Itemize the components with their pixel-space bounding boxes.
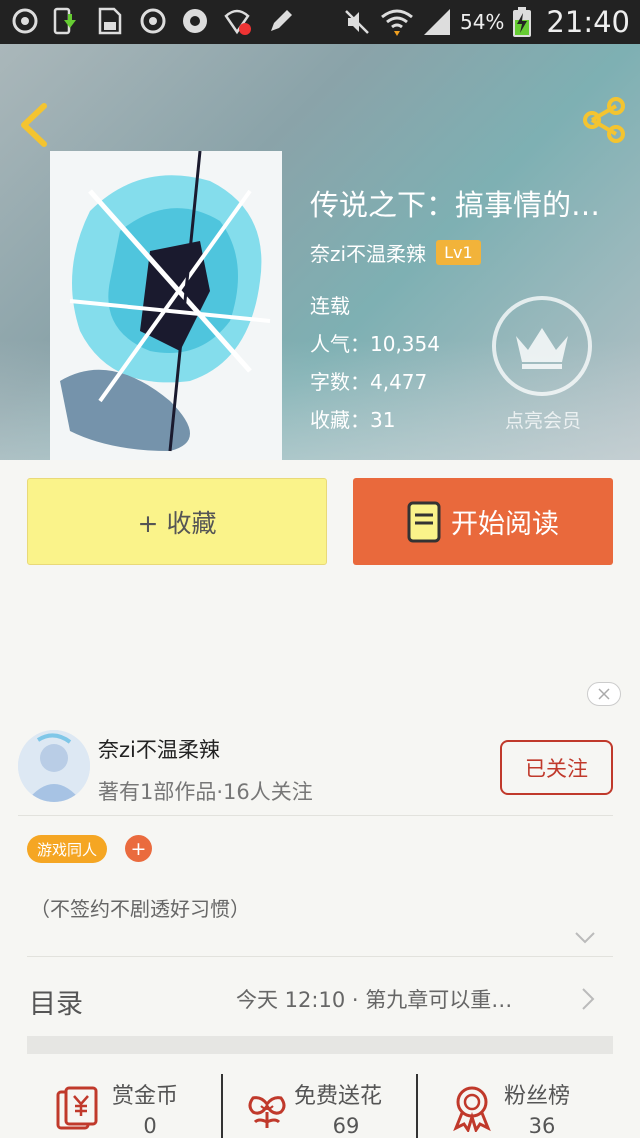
toc-latest-chapter[interactable]: 今天 12:10 · 第九章可以重… bbox=[236, 984, 566, 1014]
book-title: 传说之下：搞事情的… bbox=[310, 188, 601, 222]
cover-art bbox=[50, 151, 282, 460]
divider bbox=[221, 1074, 223, 1138]
signal-icon bbox=[423, 9, 450, 35]
mute-icon bbox=[345, 10, 369, 34]
battery-percent: 54% bbox=[459, 10, 505, 34]
stat-label: 赏金币 bbox=[112, 1084, 179, 1109]
wifi-icon bbox=[381, 9, 413, 36]
divider bbox=[27, 956, 613, 957]
add-tag-button[interactable]: + bbox=[125, 835, 152, 862]
stat-value: 36 bbox=[528, 1114, 556, 1138]
tag-game-fanfic[interactable]: 游戏同人 bbox=[27, 835, 108, 863]
author-card-subtitle: 著有1部作品·16人关注 bbox=[98, 780, 313, 804]
flower-icon bbox=[248, 1096, 286, 1128]
sd-card-icon bbox=[98, 7, 122, 35]
section-spacer bbox=[27, 1036, 613, 1054]
word-count: 字数：4,477 bbox=[310, 370, 428, 394]
avatar-image bbox=[18, 730, 90, 802]
stat-value: 0 bbox=[143, 1114, 157, 1138]
send-flower-button[interactable]: 免费送花 69 bbox=[243, 1074, 413, 1138]
fan-rank-button[interactable]: 粉丝榜 36 bbox=[448, 1074, 588, 1138]
divider bbox=[416, 1074, 418, 1138]
toc-label[interactable]: 目录 bbox=[29, 982, 83, 1021]
browser-icon bbox=[183, 9, 207, 33]
collect-button[interactable]: + 收藏 bbox=[27, 478, 327, 565]
chat-icon bbox=[12, 8, 38, 34]
ad-close-button[interactable] bbox=[587, 682, 621, 706]
book-header: 传说之下：搞事情的… 奈zi不温柔辣 Lv1 连载 人气：10,354 字数：4… bbox=[0, 44, 640, 460]
followed-button[interactable]: 已关注 bbox=[500, 740, 613, 795]
popularity: 人气：10,354 bbox=[310, 332, 440, 356]
share-icon[interactable] bbox=[580, 96, 628, 144]
member-button[interactable]: 点亮会员 bbox=[492, 296, 594, 433]
phone-upload-icon bbox=[53, 7, 76, 35]
back-icon[interactable] bbox=[14, 100, 54, 150]
author-name[interactable]: 奈zi不温柔辣 bbox=[310, 238, 426, 267]
stat-value: 69 bbox=[332, 1114, 360, 1138]
serial-status: 连载 bbox=[310, 294, 350, 318]
start-reading-label: 开始阅读 bbox=[451, 509, 559, 540]
level-badge: Lv1 bbox=[436, 240, 481, 265]
chevron-right-icon[interactable] bbox=[581, 987, 595, 1011]
stat-label: 免费送花 bbox=[294, 1084, 383, 1109]
pen-icon bbox=[271, 10, 292, 31]
author-line[interactable]: 奈zi不温柔辣 Lv1 bbox=[310, 238, 481, 267]
favorites-count: 收藏：31 bbox=[310, 408, 396, 432]
start-reading-button[interactable]: 开始阅读 bbox=[353, 478, 613, 565]
battery-charging-icon bbox=[513, 7, 532, 37]
clock: 21:40 bbox=[546, 5, 630, 39]
reward-coin-icon bbox=[56, 1086, 98, 1130]
crown-icon bbox=[516, 328, 568, 369]
member-label: 点亮会员 bbox=[504, 410, 581, 432]
rank-medal-icon bbox=[453, 1086, 491, 1132]
close-icon bbox=[598, 688, 610, 700]
avatar[interactable] bbox=[18, 730, 90, 802]
stat-label: 粉丝榜 bbox=[504, 1084, 571, 1109]
status-bar: 54% 21:40 bbox=[0, 0, 640, 44]
reward-coin-button[interactable]: 赏金币 0 bbox=[54, 1074, 204, 1138]
book-cover[interactable] bbox=[50, 151, 282, 460]
shield-ad-icon bbox=[224, 9, 251, 35]
book-icon bbox=[407, 501, 441, 542]
crown-circle bbox=[492, 296, 592, 396]
chat-icon bbox=[140, 8, 166, 34]
divider bbox=[18, 815, 613, 816]
author-card-name[interactable]: 奈zi不温柔辣 bbox=[98, 734, 220, 764]
chevron-down-icon[interactable] bbox=[574, 930, 596, 946]
book-intro: （不签约不剧透好习惯） bbox=[30, 897, 250, 921]
